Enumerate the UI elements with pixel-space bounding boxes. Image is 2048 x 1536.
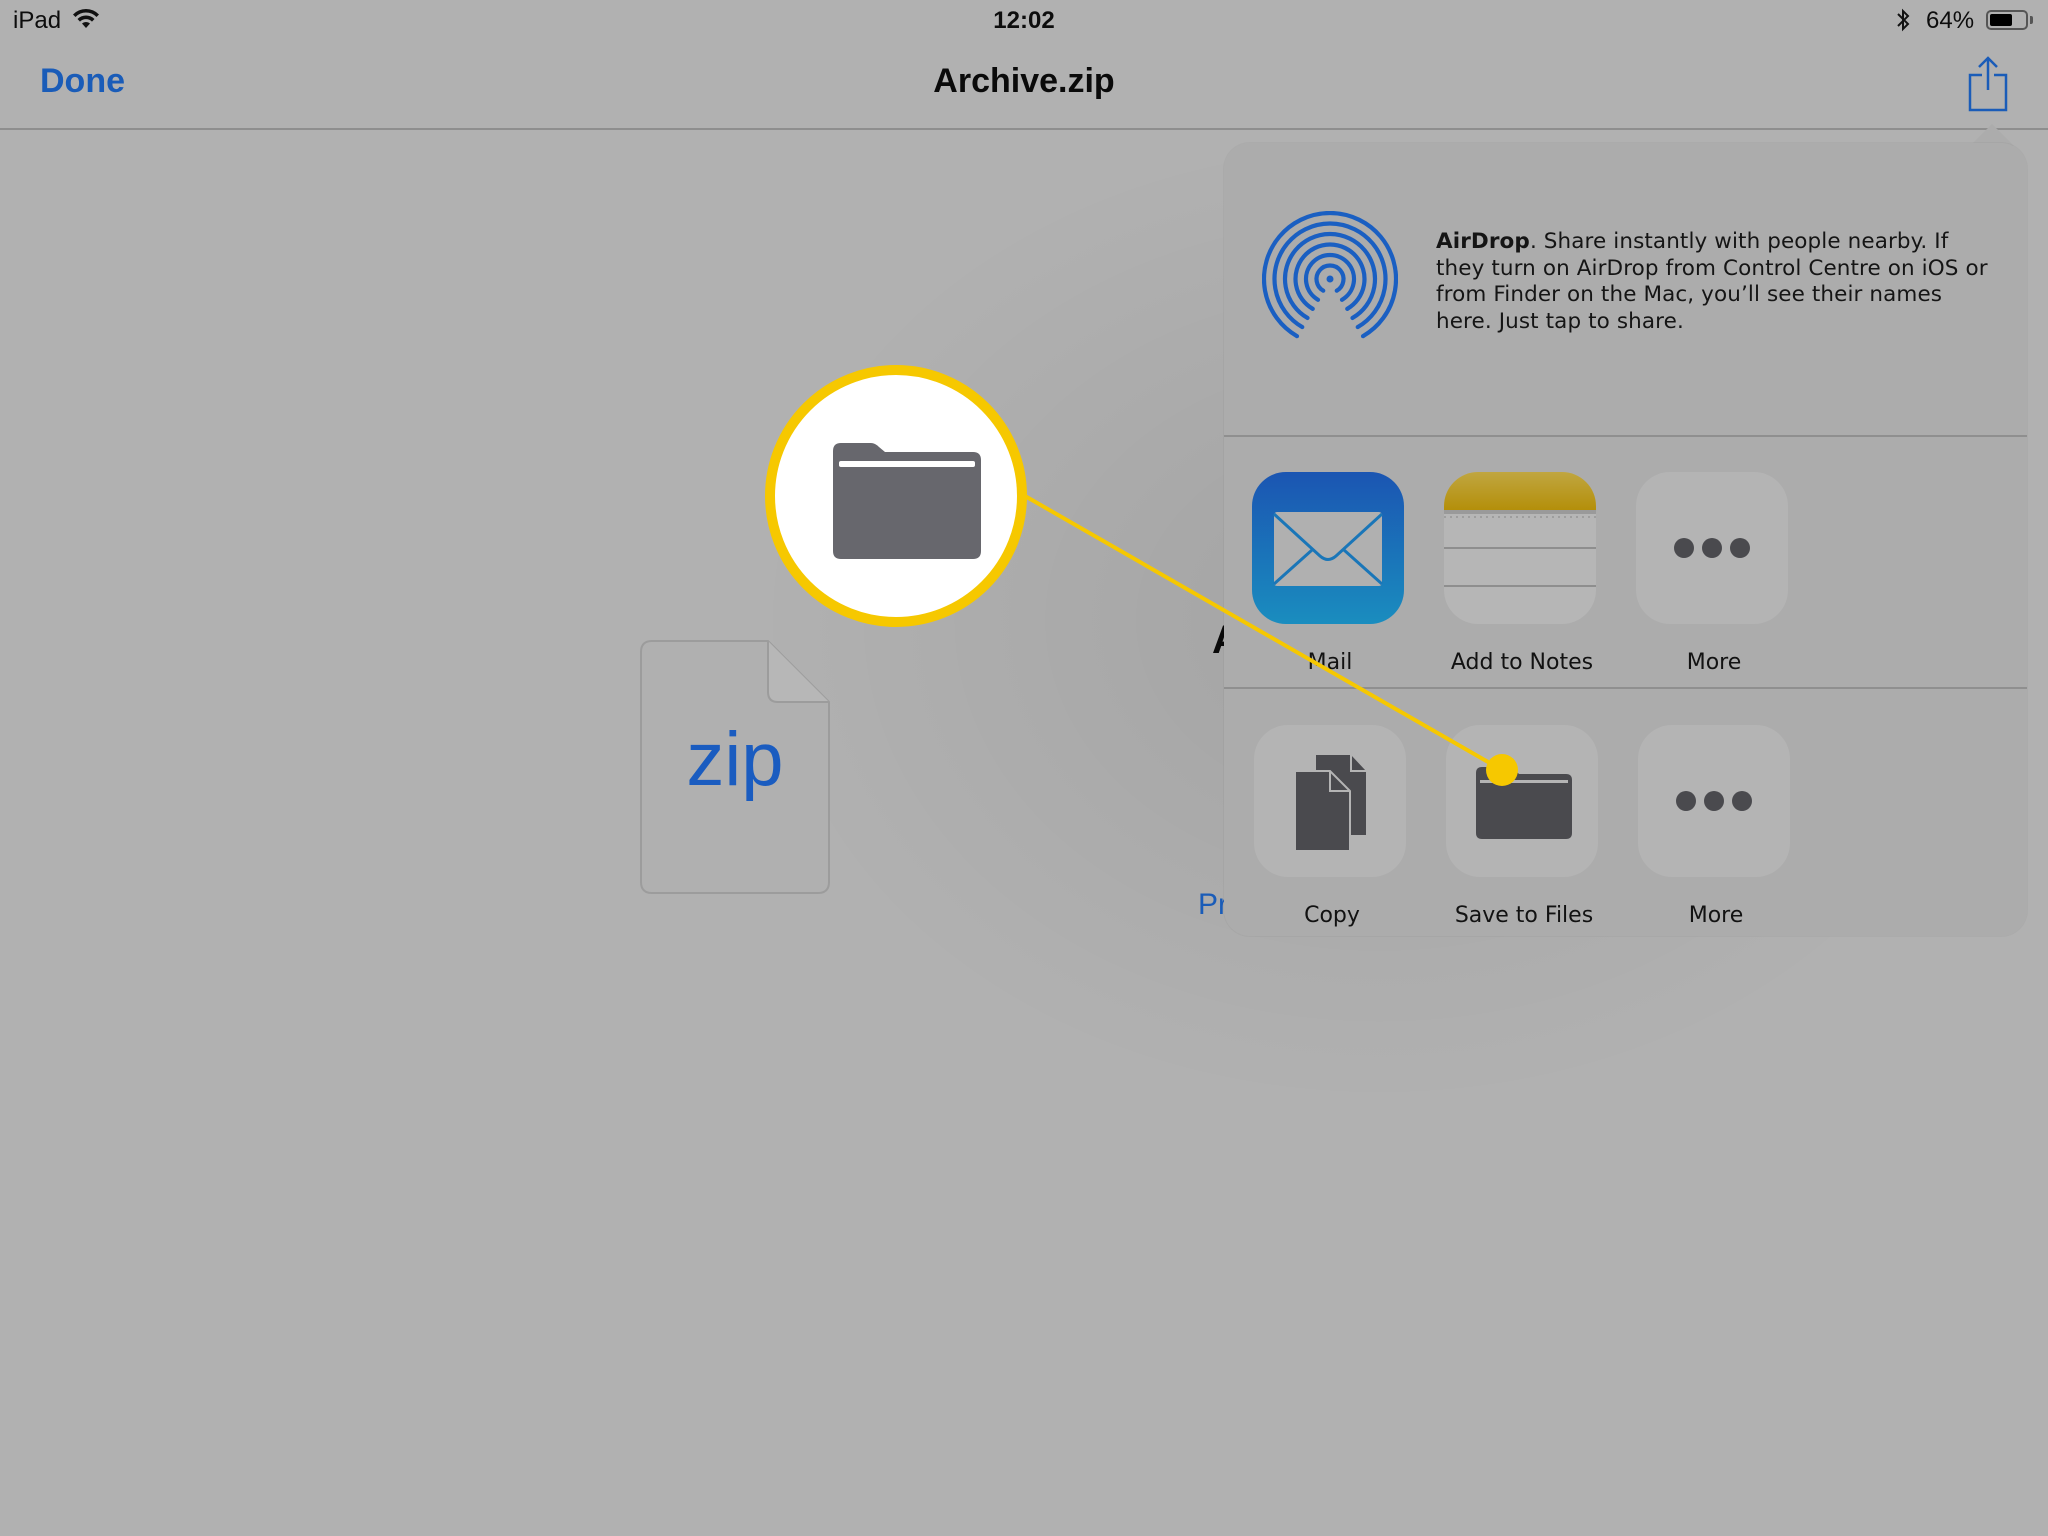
mail-icon xyxy=(1272,512,1384,586)
battery-level xyxy=(1990,14,2012,26)
folder-icon xyxy=(1476,767,1572,839)
more-icon xyxy=(1676,791,1752,811)
share-icon[interactable] xyxy=(1966,54,2010,112)
section-divider xyxy=(1224,687,2027,689)
notes-icon xyxy=(1444,472,1596,587)
callout-magnifier xyxy=(765,365,1027,627)
battery-icon xyxy=(1986,10,2028,30)
folder-icon xyxy=(833,443,981,559)
notes-app-tile[interactable] xyxy=(1444,472,1596,624)
airdrop-icon xyxy=(1262,211,1398,339)
share-item-label: More xyxy=(1686,650,1742,675)
battery-tip xyxy=(2030,16,2033,24)
status-bar: iPad 12:02 64% xyxy=(0,0,2048,40)
navigation-bar: Done Archive.zip xyxy=(0,40,2048,130)
share-item-label: More xyxy=(1688,903,1744,928)
airdrop-section[interactable]: AirDrop. Share instantly with people nea… xyxy=(1224,143,2027,435)
airdrop-title: AirDrop xyxy=(1436,229,1530,254)
copy-icon xyxy=(1294,755,1366,852)
more-actions-tile[interactable] xyxy=(1638,725,1790,877)
clock: 12:02 xyxy=(993,7,1055,34)
share-sheet: AirDrop. Share instantly with people nea… xyxy=(1224,143,2027,936)
section-divider xyxy=(1224,435,2027,437)
airdrop-description: AirDrop. Share instantly with people nea… xyxy=(1436,229,1996,335)
copy-action-tile[interactable] xyxy=(1254,725,1406,877)
save-to-files-tile[interactable] xyxy=(1446,725,1598,877)
page-title: Archive.zip xyxy=(933,62,1115,100)
battery-percent: 64% xyxy=(1926,7,1975,34)
mail-app-tile[interactable] xyxy=(1252,472,1404,624)
more-apps-tile[interactable] xyxy=(1636,472,1788,624)
callout-dot xyxy=(1486,754,1518,786)
bluetooth-icon xyxy=(1897,8,1910,32)
more-icon xyxy=(1674,538,1750,558)
airdrop-ring xyxy=(1272,221,1388,330)
file-type-label: zip xyxy=(686,717,784,802)
